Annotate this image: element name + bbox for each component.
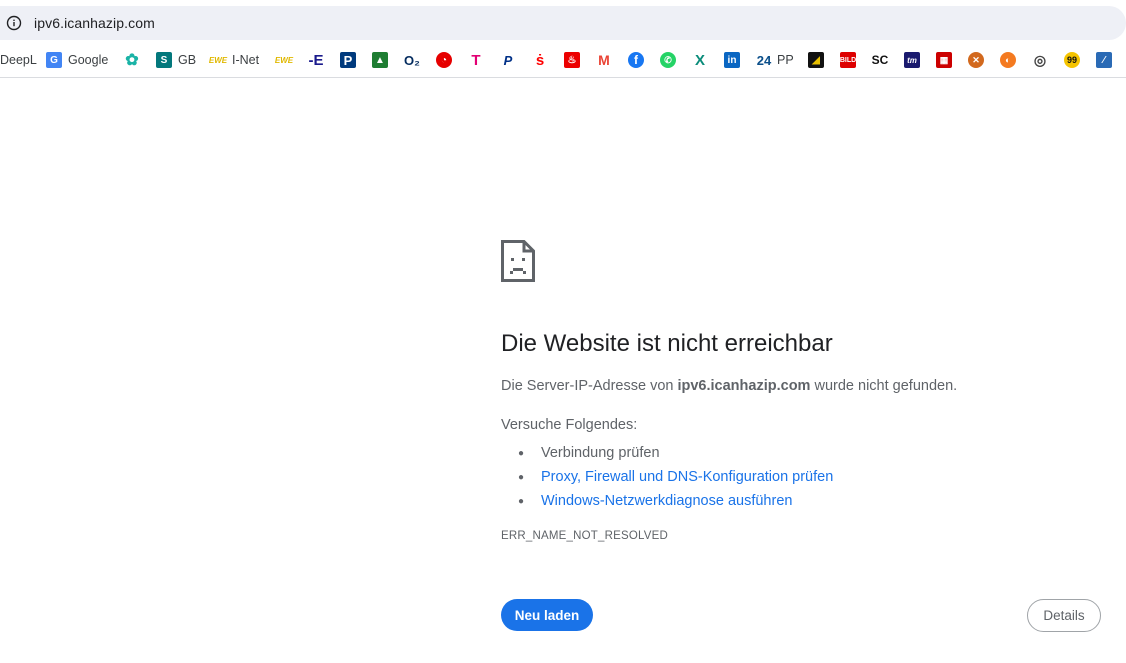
- vodafone-icon: ◔: [436, 52, 452, 68]
- bookmark-basketball[interactable]: ✕: [968, 50, 984, 70]
- ewe-icon: EWE: [274, 55, 294, 65]
- desc-prefix: Die Server-IP-Adresse von: [501, 378, 678, 394]
- bookmark-label: PP: [777, 53, 794, 67]
- suggestion-check-connection: Verbindung prüfen: [541, 445, 660, 461]
- suggestions-heading: Versuche Folgendes:: [501, 417, 638, 433]
- bookmark-inet[interactable]: EWE I-Net: [208, 50, 260, 70]
- sad-page-icon: [501, 240, 535, 287]
- error-title: Die Website ist nicht erreichbar: [501, 330, 833, 357]
- linkedin-icon: in: [724, 52, 740, 68]
- bookmark-sparkasse[interactable]: ṡ: [532, 50, 548, 70]
- google-translate-icon: G: [46, 52, 62, 68]
- bookmark-yellow-app[interactable]: ◢: [808, 50, 824, 70]
- bookmark-label: Google: [68, 53, 109, 67]
- basketball-icon: ✕: [968, 52, 984, 68]
- yellow-app-icon: ◢: [808, 52, 824, 68]
- bullet-icon: ●: [517, 471, 525, 483]
- list-item: ● Verbindung prüfen: [501, 441, 833, 465]
- url-text[interactable]: ipv6.icanhazip.com: [34, 15, 155, 31]
- bookmark-label: I-Net: [232, 53, 260, 67]
- 24-icon: 24: [756, 52, 772, 68]
- reload-button[interactable]: Neu laden: [501, 599, 593, 631]
- bild-icon: BILD: [840, 52, 856, 68]
- bookmark-telekom[interactable]: T: [468, 50, 484, 70]
- bookmark-gb[interactable]: S GB: [156, 50, 196, 70]
- sharepoint-icon: S: [156, 52, 172, 68]
- santander-icon: ♨: [564, 52, 580, 68]
- bookmark-99[interactable]: 99: [1064, 50, 1080, 70]
- desc-suffix: wurde nicht gefunden.: [810, 378, 958, 394]
- globe-icon: ◎: [1033, 51, 1047, 68]
- bookmark-gmail[interactable]: M: [596, 50, 612, 70]
- xing-icon: X: [694, 51, 705, 69]
- error-description: Die Server-IP-Adresse von ipv6.icanhazip…: [501, 378, 957, 394]
- suggestions-list: ● Verbindung prüfen ● Proxy, Firewall un…: [501, 441, 833, 513]
- bullet-icon: ●: [517, 447, 525, 459]
- bookmark-parking[interactable]: P: [340, 50, 356, 70]
- bookmark-pp[interactable]: 24 PP: [755, 50, 794, 70]
- bookmark-paypal[interactable]: P: [500, 50, 516, 70]
- gmail-icon: M: [598, 52, 610, 68]
- facebook-icon: f: [628, 52, 644, 68]
- bookmark-whatsapp[interactable]: ✆: [660, 50, 676, 70]
- bookmark-bild[interactable]: BILD: [840, 50, 856, 70]
- list-item: ● Proxy, Firewall und DNS-Konfiguration …: [501, 465, 833, 489]
- bookmark-deepl[interactable]: DeepL: [0, 50, 37, 70]
- bookmark-green-app[interactable]: ▲: [372, 50, 388, 70]
- bookmark-xing[interactable]: X: [692, 50, 708, 70]
- desc-host: ipv6.icanhazip.com: [677, 378, 811, 394]
- bookmark-linkedin[interactable]: in: [724, 50, 740, 70]
- bookmark-red-grid[interactable]: ▦: [936, 50, 952, 70]
- suggestion-diagnostics-link[interactable]: Windows-Netzwerkdiagnose ausführen: [541, 493, 792, 509]
- sparkasse-icon: ṡ: [535, 51, 545, 69]
- orange-ball-icon: ◐: [1000, 52, 1016, 68]
- green-app-icon: ▲: [372, 52, 388, 68]
- bookmark-tm[interactable]: tm: [904, 50, 920, 70]
- bookmark-google[interactable]: G Google: [46, 50, 108, 70]
- info-icon[interactable]: [6, 15, 22, 31]
- flower-icon: ✿: [125, 52, 139, 69]
- ewe-icon: EWE: [208, 55, 228, 65]
- 99-icon: 99: [1064, 52, 1080, 68]
- parking-icon: P: [340, 52, 356, 68]
- suggestion-proxy-link[interactable]: Proxy, Firewall und DNS-Konfiguration pr…: [541, 469, 833, 485]
- bullet-icon: ●: [517, 495, 525, 507]
- bookmark-o2[interactable]: O₂: [404, 50, 420, 70]
- paypal-icon: P: [503, 52, 513, 68]
- details-button[interactable]: Details: [1027, 599, 1101, 632]
- e-icon: -E: [308, 51, 324, 69]
- o2-icon: O₂: [404, 52, 420, 68]
- sc-icon: SC: [871, 53, 889, 67]
- address-bar[interactable]: ipv6.icanhazip.com: [0, 6, 1126, 40]
- bookmark-orange-ball[interactable]: ◐: [1000, 50, 1016, 70]
- bookmark-santander[interactable]: ♨: [564, 50, 580, 70]
- bookmark-blue-app[interactable]: ⁄: [1096, 50, 1112, 70]
- bookmark-flower[interactable]: ✿: [124, 50, 140, 70]
- bookmark-facebook[interactable]: f: [628, 50, 644, 70]
- bookmark-sc[interactable]: SC: [871, 50, 889, 70]
- bookmark-vodafone[interactable]: ◔: [436, 50, 452, 70]
- telekom-icon: T: [471, 51, 481, 69]
- bookmark-globe[interactable]: ◎: [1032, 50, 1048, 70]
- error-code: ERR_NAME_NOT_RESOLVED: [501, 530, 668, 542]
- red-grid-icon: ▦: [936, 52, 952, 68]
- bookmark-label: DeepL: [0, 53, 37, 67]
- blue-app-icon: ⁄: [1096, 52, 1112, 68]
- bookmark-label: GB: [178, 53, 197, 67]
- whatsapp-icon: ✆: [660, 52, 676, 68]
- bookmark-e[interactable]: -E: [308, 50, 324, 70]
- bookmarks-bar: DeepL G Google ✿ S GB EWE I-Net EWE -E P…: [0, 42, 1126, 78]
- bookmark-ewe[interactable]: EWE: [274, 50, 294, 70]
- tm-icon: tm: [904, 52, 920, 68]
- list-item: ● Windows-Netzwerkdiagnose ausführen: [501, 489, 833, 513]
